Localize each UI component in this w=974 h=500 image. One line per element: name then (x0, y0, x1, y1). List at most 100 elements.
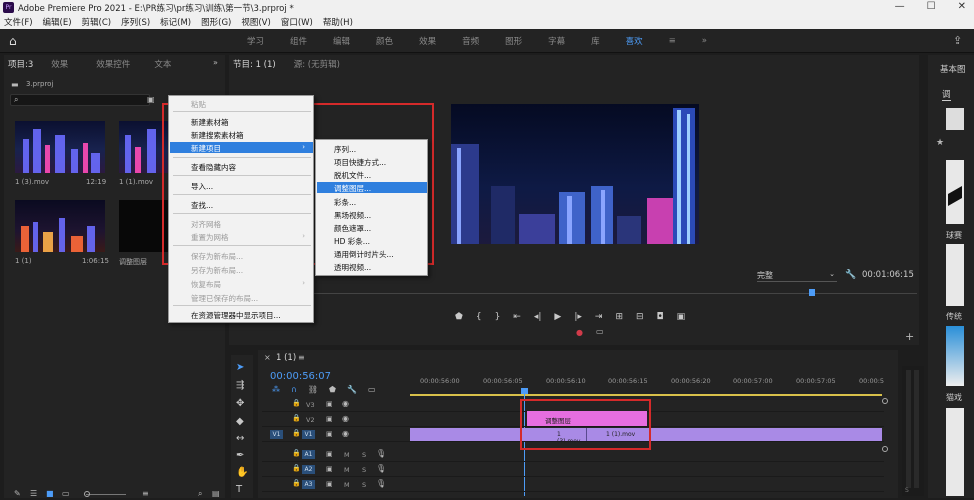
submenu-item-hd-bars[interactable]: HD 彩条... (334, 236, 370, 247)
program-video-frame[interactable] (451, 104, 699, 244)
menu-item-new-bin[interactable]: 新建素材箱 (191, 117, 229, 128)
submenu-item-color-matte[interactable]: 颜色遮罩... (334, 223, 371, 234)
ws-graphics[interactable]: 图形 (505, 35, 522, 47)
timeline-tab[interactable]: 1 (1) (276, 353, 296, 363)
menu-item-manage-layouts[interactable]: 管理已保存的布局... (191, 293, 258, 304)
timeline-menu-icon[interactable]: ≡ (298, 353, 305, 362)
button-editor-icon[interactable]: + (905, 330, 914, 343)
sync-lock-icon[interactable]: ▣ (326, 480, 333, 488)
menu-item-import[interactable]: 导入... (191, 181, 213, 192)
zoom-slider-handle[interactable] (84, 491, 90, 497)
go-to-in-icon[interactable]: ⇤ (513, 312, 521, 322)
submenu-item-countdown[interactable]: 通用倒计时片头... (334, 249, 394, 260)
freeform-view-icon[interactable]: ▭ (62, 489, 70, 498)
meter-solo-icon[interactable]: S (905, 487, 909, 494)
play-icon[interactable]: ▶ (554, 312, 561, 322)
menu-window[interactable]: 窗口(W) (281, 16, 313, 28)
compare-view-icon[interactable]: ▣ (677, 312, 686, 322)
playhead-marker[interactable] (809, 289, 815, 296)
template-thumb[interactable] (946, 326, 964, 386)
submenu-item-offline-file[interactable]: 脱机文件... (334, 170, 371, 181)
sync-lock-icon[interactable]: ▣ (326, 430, 333, 438)
menu-sequence[interactable]: 序列(S) (121, 16, 150, 28)
thumbnail-1-1-sequence[interactable] (15, 200, 105, 252)
solo-button[interactable]: S (362, 466, 366, 474)
find-icon[interactable]: ⌕ (198, 489, 202, 499)
program-scrub-bar[interactable] (237, 293, 917, 294)
track-label[interactable]: A3 (302, 480, 315, 489)
menu-item-paste[interactable]: 粘贴 (191, 99, 206, 110)
ws-assembly[interactable]: 组件 (290, 35, 307, 47)
submenu-item-sequence[interactable]: 序列... (334, 144, 356, 155)
tab-text[interactable]: 文本 (154, 58, 171, 70)
project-search-input[interactable]: ⌕ (10, 94, 150, 106)
ripple-edit-icon[interactable]: ✥ (236, 398, 244, 409)
mute-button[interactable]: M (344, 466, 350, 474)
lock-icon[interactable]: 🔒 (292, 399, 301, 407)
ws-favorites[interactable]: 喜欢 (626, 35, 643, 47)
solo-button[interactable]: S (362, 481, 366, 489)
minimize-icon[interactable]: — (895, 1, 905, 12)
menu-item-save-as-layout[interactable]: 另存为新布局... (191, 265, 243, 276)
ws-editing[interactable]: 编辑 (333, 35, 350, 47)
ws-more-icon[interactable]: » (702, 36, 707, 46)
track-select-icon[interactable]: ⇶ (236, 380, 244, 391)
close-tab-icon[interactable]: × (264, 353, 271, 362)
right-panel-tab[interactable]: 基本图 (940, 63, 966, 75)
ws-learn[interactable]: 学习 (247, 35, 264, 47)
panel-more-icon[interactable]: » (213, 58, 218, 67)
step-back-icon[interactable]: ◂| (534, 312, 542, 322)
zoom-slider[interactable] (86, 494, 126, 495)
mark-in-icon[interactable]: { (476, 312, 482, 322)
menu-item-new-item[interactable]: 新建项目 (191, 143, 221, 154)
template-thumb[interactable] (946, 244, 964, 306)
mute-button[interactable]: M (344, 451, 350, 459)
submenu-item-black-video[interactable]: 黑场视频... (334, 210, 371, 221)
pen-tool-icon[interactable]: ✒ (236, 450, 244, 461)
ws-color[interactable]: 颜色 (376, 35, 393, 47)
menu-clip[interactable]: 剪辑(C) (82, 16, 112, 28)
submenu-item-adjustment-layer[interactable]: 调整图层... (334, 183, 371, 194)
lift-icon[interactable]: ⊞ (615, 312, 623, 322)
extract-icon[interactable]: ⊟ (636, 312, 644, 322)
close-icon[interactable]: ✕ (958, 1, 966, 12)
right-panel-subtab[interactable]: 调 (942, 88, 951, 101)
menu-item-restore-layout[interactable]: 恢复布局 (191, 279, 221, 290)
add-marker-icon[interactable]: ⬟ (455, 312, 463, 322)
track-label[interactable]: V1 (302, 430, 315, 439)
menu-graphics[interactable]: 图形(G) (201, 16, 231, 28)
timeline-marker-icon[interactable]: ⬟ (329, 385, 336, 394)
lock-icon[interactable]: 🔒 (292, 414, 301, 422)
lock-icon[interactable]: 🔒 (292, 464, 301, 472)
wrench-icon[interactable]: 🔧 (845, 270, 856, 280)
type-tool-icon[interactable]: T (236, 484, 242, 495)
menu-help[interactable]: 帮助(H) (323, 16, 353, 28)
submenu-item-transparent-video[interactable]: 透明视频... (334, 262, 371, 273)
slip-tool-icon[interactable]: ↔ (236, 433, 244, 444)
work-area-bar[interactable] (410, 394, 882, 396)
menu-view[interactable]: 视图(V) (241, 16, 270, 28)
playback-resolution-select[interactable]: 完整 ⌄ (757, 270, 837, 282)
ws-effects[interactable]: 效果 (419, 35, 436, 47)
thumbnail-1-3-mov[interactable] (15, 121, 105, 173)
sync-lock-icon[interactable]: ▣ (326, 400, 333, 408)
template-thumb[interactable] (946, 160, 964, 224)
razor-icon[interactable]: ◆ (236, 416, 244, 427)
timeline-timecode[interactable]: 00:00:56:07 (270, 371, 331, 382)
lock-icon[interactable]: 🔒 (292, 479, 301, 487)
menu-file[interactable]: 文件(F) (4, 16, 33, 28)
v-scroll-handle[interactable] (882, 398, 888, 404)
tab-effect-controls[interactable]: 效果控件 (96, 58, 130, 70)
list-view-icon[interactable]: ☰ (30, 489, 37, 498)
microphone-icon[interactable]: 🎙 (376, 479, 386, 488)
submenu-item-project-shortcut[interactable]: 项目快捷方式... (334, 157, 386, 168)
menu-item-reveal-explorer[interactable]: 在资源管理器中显示项目... (191, 310, 281, 321)
tab-effects[interactable]: 效果 (51, 58, 68, 70)
menu-item-save-layout[interactable]: 保存为新布局... (191, 251, 243, 262)
track-label[interactable]: A2 (302, 465, 315, 474)
v-scroll-handle[interactable] (882, 446, 888, 452)
ws-menu-icon[interactable]: ≡ (669, 36, 676, 46)
microphone-icon[interactable]: 🎙 (376, 464, 386, 473)
menu-item-align-grid[interactable]: 对齐网格 (191, 219, 221, 230)
eye-icon[interactable]: ◉ (342, 399, 349, 408)
